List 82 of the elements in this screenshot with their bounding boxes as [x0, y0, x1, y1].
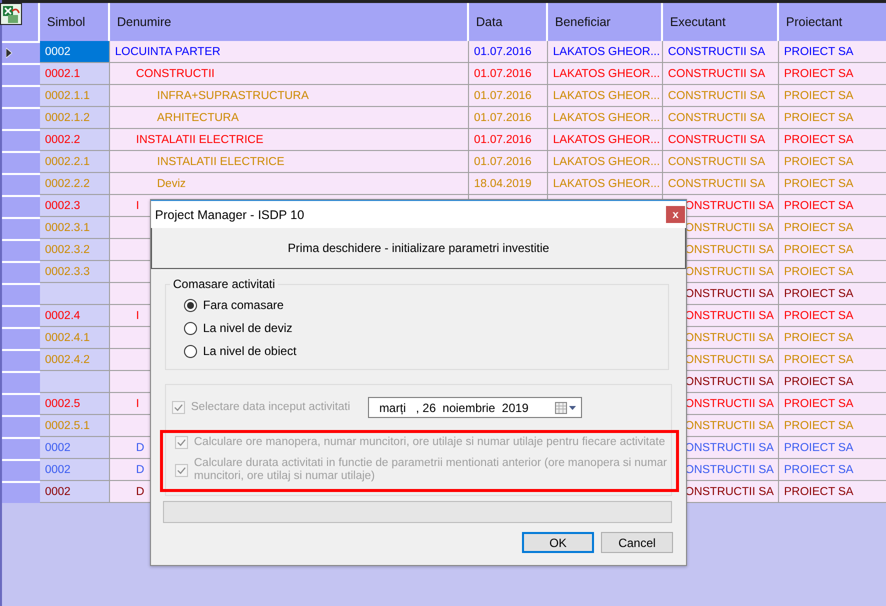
checkbox-label: Selectare data inceput activitati: [191, 401, 350, 414]
table-cell: PROIECT SA: [779, 107, 886, 129]
table-cell: PROIECT SA: [779, 371, 886, 393]
table-cell: PROIECT SA: [779, 173, 886, 195]
row-header[interactable]: [2, 41, 40, 63]
table-cell: Deviz: [110, 173, 469, 195]
table-cell: CONSTRUCTII SA: [663, 63, 779, 85]
table-cell: CONSTRUCTII SA: [663, 107, 779, 129]
table-cell: 0002.4.1: [40, 327, 110, 349]
table-cell: LAKATOS GHEOR...: [548, 41, 663, 63]
radio-button[interactable]: [184, 322, 197, 334]
table-cell: PROIECT SA: [779, 459, 886, 481]
table-cell: LAKATOS GHEOR...: [548, 173, 663, 195]
table-cell: ARHITECTURA: [110, 107, 469, 129]
table-cell: 0002.3.2: [40, 239, 110, 261]
table-cell: CONSTRUCTII SA: [663, 151, 779, 173]
table-cell: LAKATOS GHEOR...: [548, 151, 663, 173]
table-cell: 0002.3: [40, 195, 110, 217]
table-cell: LOCUINTA PARTER: [110, 41, 469, 63]
table-cell: 0002: [40, 437, 110, 459]
heading-text: Prima deschidere - initializare parametri investitie: [288, 241, 550, 255]
table-cell: 01.07.2016: [469, 151, 548, 173]
current-row-icon: [6, 48, 12, 58]
table-cell: 0002.2: [40, 129, 110, 151]
table-cell: PROIECT SA: [779, 437, 886, 459]
table-cell: 01.07.2016: [469, 129, 548, 151]
calendar-icon[interactable]: [555, 402, 578, 414]
radio-button[interactable]: [184, 344, 197, 358]
table-cell: PROIECT SA: [779, 349, 886, 371]
table-cell: 0002.4.2: [40, 349, 110, 371]
table-cell: PROIECT SA: [779, 327, 886, 349]
table-cell: PROIECT SA: [779, 239, 886, 261]
table-cell: 0002: [40, 41, 110, 63]
table-cell: PROIECT SA: [779, 129, 886, 151]
table-cell: 0002.5.1: [40, 415, 110, 437]
table-cell: 01.07.2016: [469, 41, 548, 63]
table-cell: PROIECT SA: [779, 261, 886, 283]
table-cell: PROIECT SA: [779, 283, 886, 305]
table-cell: PROIECT SA: [779, 393, 886, 415]
table-cell: 0002.2.2: [40, 173, 110, 195]
table-cell: 0002.2.1: [40, 151, 110, 173]
table-cell: LAKATOS GHEOR...: [548, 129, 663, 151]
table-cell: 0002.1.2: [40, 107, 110, 129]
table-cell: 0002.1.1: [40, 85, 110, 107]
table-cell: PROIECT SA: [779, 481, 886, 503]
table-cell: PROIECT SA: [779, 305, 886, 327]
table-cell: CONSTRUCTII SA: [663, 173, 779, 195]
radio-label: La nivel de obiect: [203, 344, 296, 358]
table-cell: CONSTRUCTII: [110, 63, 469, 85]
table-cell: CONSTRUCTII SA: [663, 85, 779, 107]
table-cell: INSTALATII ELECTRICE: [110, 129, 469, 151]
spreadsheet-export-icon[interactable]: [0, 3, 22, 25]
table-cell: 0002.4: [40, 305, 110, 327]
table-cell: LAKATOS GHEOR...: [548, 107, 663, 129]
table-cell: PROIECT SA: [779, 217, 886, 239]
table-cell: PROIECT SA: [779, 63, 886, 85]
table-cell: 0002.5: [40, 393, 110, 415]
table-cell: INFRA+SUPRASTRUCTURA: [110, 85, 469, 107]
table-cell: PROIECT SA: [779, 151, 886, 173]
table-cell: LAKATOS GHEOR...: [548, 85, 663, 107]
table-cell: CONSTRUCTII SA: [663, 41, 779, 63]
table-cell: 01.07.2016: [469, 85, 548, 107]
table-cell: PROIECT SA: [779, 415, 886, 437]
table-cell: PROIECT SA: [779, 41, 886, 63]
table-cell: 18.04.2019: [469, 173, 548, 195]
table-cell: LAKATOS GHEOR...: [548, 63, 663, 85]
table-cell: INSTALATII ELECTRICE: [110, 151, 469, 173]
radio-button[interactable]: [184, 298, 197, 312]
table-cell: PROIECT SA: [779, 195, 886, 217]
table-cell: 0002.3.3: [40, 261, 110, 283]
close-button[interactable]: x: [666, 206, 685, 223]
table-cell: 0002: [40, 459, 110, 481]
table-cell: 01.07.2016: [469, 63, 548, 85]
group-title: Comasare activitati: [172, 277, 276, 291]
table-cell: 0002: [40, 481, 110, 503]
dialog-button[interactable]: Cancel: [601, 532, 673, 553]
table-cell: CONSTRUCTII SA: [663, 129, 779, 151]
table-cell: PROIECT SA: [779, 85, 886, 107]
table-cell: 01.07.2016: [469, 107, 548, 129]
table-cell: 0002.1: [40, 63, 110, 85]
table-cell: 0002.3.1: [40, 217, 110, 239]
dialog-button[interactable]: OK: [522, 532, 594, 553]
